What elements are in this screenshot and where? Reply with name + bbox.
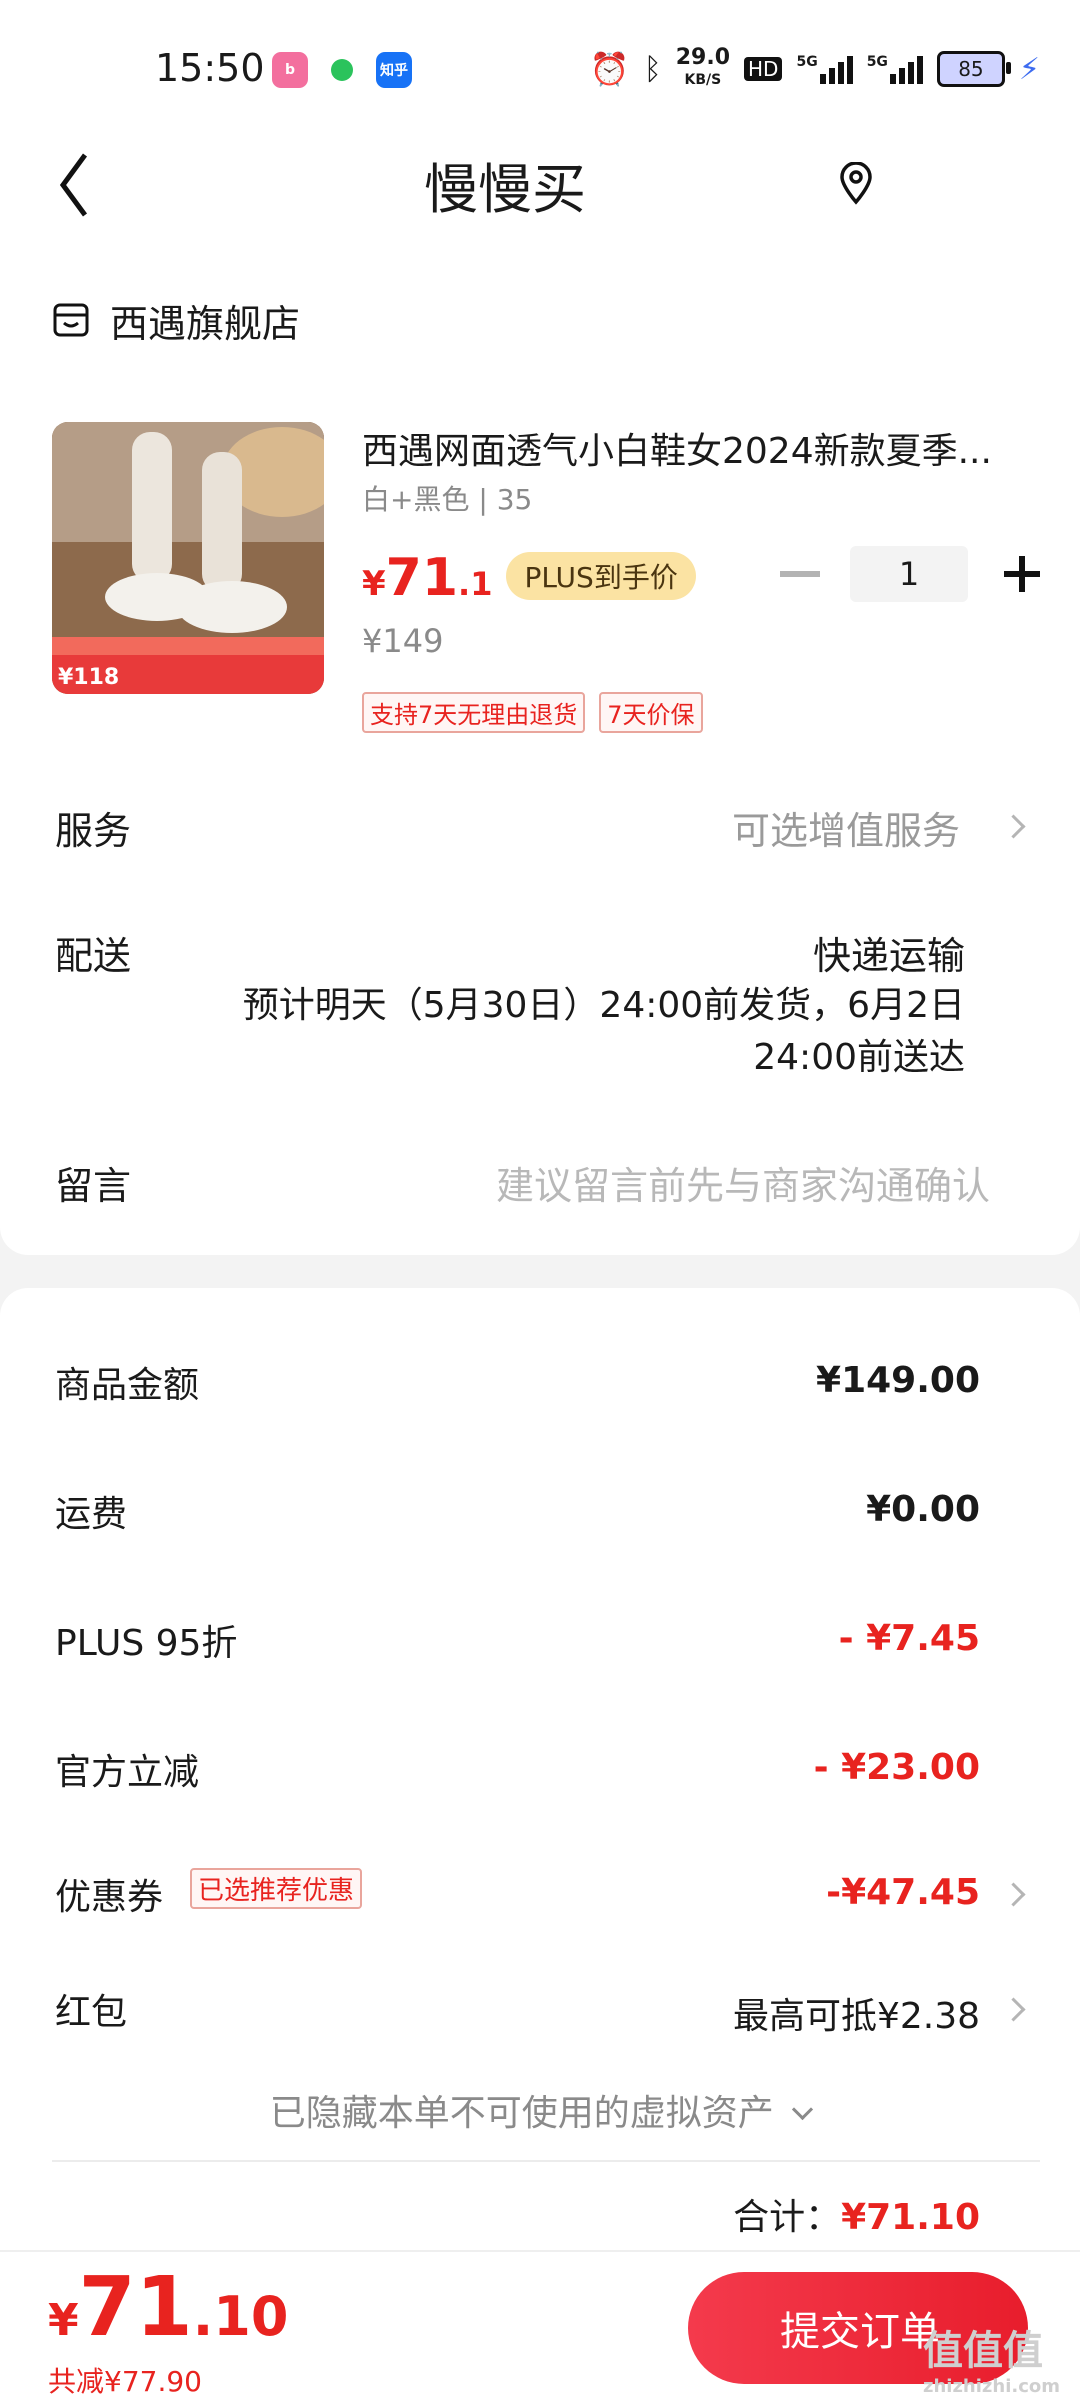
total-line: 合计：¥71.10 bbox=[733, 2188, 980, 2240]
official-discount-value: - ¥23.00 bbox=[813, 1747, 980, 1788]
net-speed-value: 29.0 bbox=[675, 45, 730, 70]
signal-bars-icon bbox=[819, 54, 853, 84]
watermark-text: 值值值 bbox=[922, 2328, 1043, 2374]
message-input[interactable]: 建议留言前先与商家沟通确认 bbox=[496, 1155, 990, 1210]
chevron-down-icon bbox=[792, 2098, 814, 2121]
price-integer: 71 bbox=[385, 548, 459, 608]
shipping-fee-value: ¥0.00 bbox=[866, 1489, 980, 1530]
service-label: 服务 bbox=[55, 809, 132, 853]
delivery-label: 配送 bbox=[55, 934, 132, 978]
return-policy-tag: 支持7天无理由退货 bbox=[362, 692, 586, 733]
chevron-right-icon[interactable] bbox=[1001, 1882, 1026, 1907]
header: 慢慢买 bbox=[0, 120, 1080, 260]
final-price: ¥ 71 .10 bbox=[48, 2260, 288, 2355]
net-speed: 29.0 KB/S bbox=[675, 45, 730, 90]
battery-level: 85 bbox=[958, 57, 984, 81]
divider bbox=[52, 2160, 1040, 2162]
decrease-button[interactable] bbox=[780, 571, 820, 577]
shipping-fee-label: 运费 bbox=[55, 1494, 128, 1535]
original-price: ¥149 bbox=[362, 622, 444, 660]
net-speed-unit: KB/S bbox=[684, 72, 722, 88]
product-image[interactable]: ¥118 bbox=[52, 422, 324, 694]
chevron-right-icon[interactable] bbox=[1001, 814, 1026, 839]
total-label: 合计： bbox=[733, 2197, 842, 2238]
final-price-integer: 71 bbox=[78, 2260, 193, 2355]
store-icon bbox=[53, 303, 89, 337]
location-button[interactable] bbox=[838, 161, 878, 212]
status-indicators: ⏰ ᛒ 29.0 KB/S HD 5G 5G 85 ⚡ bbox=[589, 45, 1040, 90]
delivery-method[interactable]: 快递运输 bbox=[813, 925, 965, 980]
charging-icon: ⚡ bbox=[1018, 51, 1040, 87]
coupon-label: 优惠券 bbox=[55, 1877, 164, 1918]
signal-bars-icon bbox=[889, 54, 923, 84]
price-decimal: .1 bbox=[458, 565, 493, 603]
zhihu-icon: 知乎 bbox=[376, 52, 412, 88]
product-sku[interactable]: 白+黑色 | 35 bbox=[362, 478, 532, 518]
bluetooth-icon: ᛒ bbox=[643, 51, 662, 87]
hidden-assets-toggle[interactable]: 已隐藏本单不可使用的虚拟资产 bbox=[0, 2084, 1080, 2136]
quantity-input[interactable]: 1 bbox=[850, 546, 968, 602]
chat-app-icon bbox=[324, 52, 360, 88]
alarm-icon: ⏰ bbox=[589, 50, 630, 88]
official-discount-label: 官方立减 bbox=[55, 1752, 200, 1793]
final-price-decimal: .10 bbox=[192, 2285, 289, 2348]
image-price-overlay: ¥118 bbox=[58, 665, 120, 690]
increase-button[interactable] bbox=[1004, 556, 1040, 592]
plus-price-badge: PLUS到手价 bbox=[506, 552, 696, 600]
service-value[interactable]: 可选增值服务 bbox=[732, 800, 960, 855]
delivery-estimate: 预计明天（5月30日）24:00前发货，6月2日24:00前送达 bbox=[242, 985, 965, 1078]
hidden-assets-text: 已隐藏本单不可使用的虚拟资产 bbox=[269, 2093, 774, 2134]
price-symbol: ¥ bbox=[362, 564, 386, 604]
red-packet-value[interactable]: 最高可抵¥2.38 bbox=[733, 1987, 980, 2039]
watermark: 值值值 zhizhizhi.com bbox=[923, 2318, 1060, 2397]
plus-discount-value: - ¥7.45 bbox=[838, 1618, 980, 1659]
product-tags: 支持7天无理由退货 7天价保 bbox=[362, 692, 703, 733]
price-protection-tag: 7天价保 bbox=[599, 692, 703, 733]
hd-icon: HD bbox=[744, 57, 783, 81]
red-packet-label: 红包 bbox=[55, 1992, 128, 2033]
product-photo bbox=[52, 422, 324, 694]
goods-amount-label: 商品金额 bbox=[55, 1365, 200, 1406]
location-pin-icon bbox=[840, 161, 872, 205]
order-card: 西遇旗舰店 ¥118 西遇网面透气小白鞋女2024新款夏季... 白+黑色 | … bbox=[0, 260, 1080, 1255]
coupon-tag: 已选推荐优惠 bbox=[190, 1868, 363, 1909]
product-price: ¥ 71 .1 PLUS到手价 bbox=[362, 548, 696, 608]
price-summary-card: 商品金额 ¥149.00 运费 ¥0.00 PLUS 95折 - ¥7.45 官… bbox=[0, 1288, 1080, 2258]
status-time: 15:50 bbox=[155, 46, 265, 90]
status-bar: 15:50 b 知乎 ⏰ ᛒ 29.0 KB/S HD 5G 5G 85 ⚡ bbox=[0, 0, 1080, 120]
goods-amount-value: ¥149.00 bbox=[816, 1360, 980, 1401]
store-row[interactable]: 西遇旗舰店 bbox=[52, 290, 300, 350]
product-title[interactable]: 西遇网面透气小白鞋女2024新款夏季... bbox=[362, 422, 1022, 474]
message-label: 留言 bbox=[55, 1164, 132, 1208]
signal-1-label: 5G bbox=[796, 54, 818, 70]
chevron-right-icon[interactable] bbox=[1001, 1997, 1026, 2022]
total-value: ¥71.10 bbox=[841, 2197, 980, 2238]
plus-discount-label: PLUS 95折 bbox=[55, 1623, 238, 1664]
signal-2: 5G bbox=[867, 54, 923, 84]
signal-1: 5G bbox=[796, 54, 853, 84]
signal-2-label: 5G bbox=[866, 54, 888, 70]
bottom-bar: ¥ 71 .10 共减¥77.90 提交订单 bbox=[0, 2250, 1080, 2402]
store-name: 西遇旗舰店 bbox=[110, 301, 301, 346]
battery-icon: 85 bbox=[936, 51, 1011, 87]
watermark-sub: zhizhizhi.com bbox=[922, 2376, 1060, 2397]
coupon-value[interactable]: -¥47.45 bbox=[826, 1872, 980, 1913]
bilibili-icon: b bbox=[272, 52, 308, 88]
total-saved: 共减¥77.90 bbox=[48, 2365, 202, 2398]
final-price-symbol: ¥ bbox=[48, 2295, 79, 2346]
quantity-stepper: 1 bbox=[780, 546, 1040, 602]
